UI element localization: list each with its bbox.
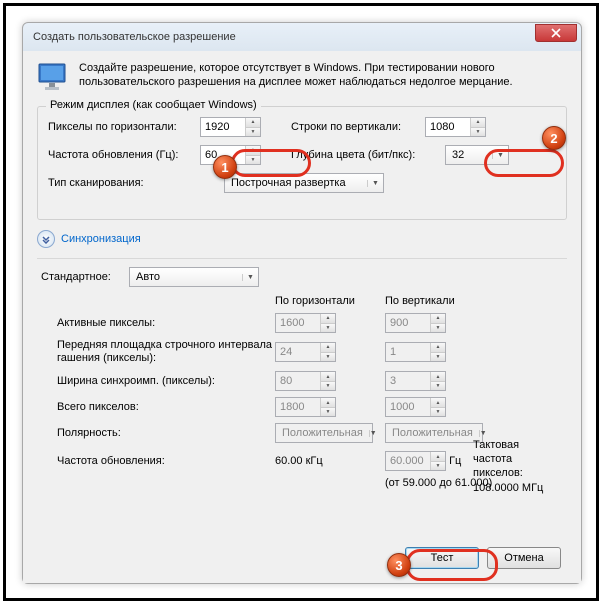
porch-label: Передняя площадка строчного интервала га… <box>57 339 275 365</box>
scan-label: Тип сканирования: <box>48 177 218 189</box>
intro-text: Создайте разрешение, которое отсутствует… <box>79 61 567 96</box>
annotation-badge-1: 1 <box>213 155 237 179</box>
refresh2-label: Частота обновления: <box>57 455 275 467</box>
refresh-label: Частота обновления (Гц): <box>48 149 194 161</box>
pixel-clock-value: 108.0000 МГц <box>473 482 543 494</box>
annotation-badge-3: 3 <box>387 553 411 577</box>
total-pixels-label: Всего пикселов: <box>57 401 275 413</box>
polarity-v-select[interactable]: Положительная▼ <box>385 423 483 443</box>
window-title: Создать пользовательское разрешение <box>33 31 535 43</box>
active-pixels-label: Активные пикселы: <box>57 317 275 329</box>
syncw-v-input[interactable]: ▲▼ <box>385 371 446 391</box>
annotation-badge-2: 2 <box>542 126 566 150</box>
dialog-window: Создать пользовательское разрешение Созд… <box>22 22 582 584</box>
hpixels-input[interactable]: ▲▼ <box>200 117 261 137</box>
monitor-icon <box>37 61 69 96</box>
porch-v-input[interactable]: ▲▼ <box>385 342 446 362</box>
refresh-h-value: 60.00 кГц <box>275 455 323 467</box>
pixel-clock-label: Тактовая частота пикселов: <box>473 439 523 480</box>
depth-label: Глубина цвета (бит/пкс): <box>291 149 439 161</box>
display-mode-legend: Режим дисплея (как сообщает Windows) <box>46 99 261 111</box>
syncw-h-input[interactable]: ▲▼ <box>275 371 336 391</box>
cancel-button[interactable]: Отмена <box>487 547 561 569</box>
close-button[interactable] <box>535 24 577 42</box>
depth-select[interactable]: 32▼ <box>445 145 509 165</box>
test-button[interactable]: Тест <box>405 547 479 569</box>
syncwidth-label: Ширина синхроимп. (пикселы): <box>57 375 275 387</box>
scan-select[interactable]: Построчная развертка▼ <box>224 173 384 193</box>
standard-label: Стандартное: <box>41 271 123 283</box>
col-horizontal: По горизонтали <box>275 295 385 307</box>
collapse-button[interactable] <box>37 230 55 248</box>
active-v-input[interactable]: ▲▼ <box>385 313 446 333</box>
porch-h-input[interactable]: ▲▼ <box>275 342 336 362</box>
standard-select[interactable]: Авто▼ <box>129 267 259 287</box>
active-h-input[interactable]: ▲▼ <box>275 313 336 333</box>
hpixels-label: Пикселы по горизонтали: <box>48 121 194 133</box>
display-mode-group: Режим дисплея (как сообщает Windows) Пик… <box>37 106 567 220</box>
total-v-input: ▲▼ <box>385 397 446 417</box>
polarity-label: Полярность: <box>57 427 275 439</box>
total-h-input: ▲▼ <box>275 397 336 417</box>
sync-header[interactable]: Синхронизация <box>61 233 141 245</box>
vlines-input[interactable]: ▲▼ <box>425 117 486 137</box>
refresh-v-input[interactable]: ▲▼ <box>385 451 446 471</box>
vlines-label: Строки по вертикали: <box>291 121 419 133</box>
polarity-h-select[interactable]: Положительная▼ <box>275 423 373 443</box>
titlebar: Создать пользовательское разрешение <box>23 23 581 51</box>
col-vertical: По вертикали <box>385 295 455 307</box>
